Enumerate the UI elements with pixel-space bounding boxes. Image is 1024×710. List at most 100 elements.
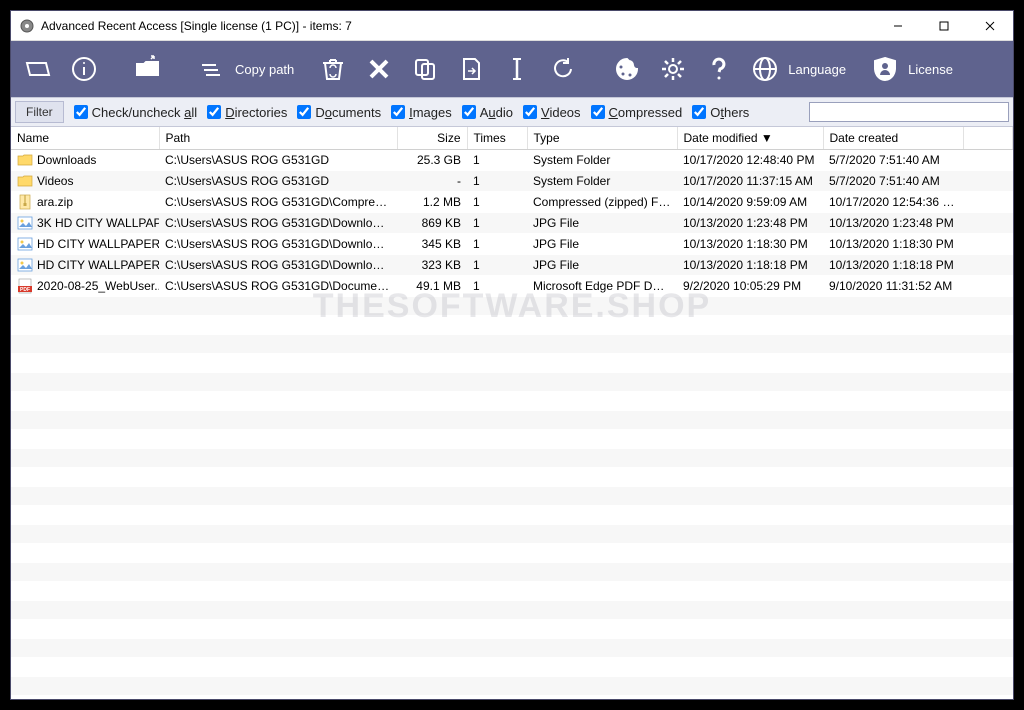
cell-path: C:\Users\ASUS ROG G531GD\Compressed	[159, 192, 397, 213]
cell-type: JPG File	[527, 255, 677, 276]
minimize-button[interactable]	[875, 11, 921, 41]
cell-path: C:\Users\ASUS ROG G531GD\Documents	[159, 276, 397, 297]
cell-pad	[963, 171, 1013, 192]
col-times[interactable]: Times	[467, 127, 527, 150]
window-title: Advanced Recent Access [Single license (…	[41, 19, 875, 33]
cell-times: 1	[467, 234, 527, 255]
delete-button[interactable]	[358, 48, 400, 90]
settings-button[interactable]	[652, 48, 694, 90]
close-button[interactable]	[967, 11, 1013, 41]
empty-row	[11, 468, 1013, 487]
cell-type: JPG File	[527, 213, 677, 234]
rename-button[interactable]	[496, 48, 538, 90]
check-compressed-box[interactable]	[591, 105, 605, 119]
check-directories-box[interactable]	[207, 105, 221, 119]
cell-name: HD CITY WALLPAPER ...	[11, 234, 159, 255]
cell-size: 869 KB	[397, 213, 467, 234]
license-button[interactable]: License	[864, 48, 967, 90]
check-images[interactable]: Images	[391, 105, 452, 120]
copy-button[interactable]	[404, 48, 446, 90]
file-table-wrap: THESOFTWARE.SHOP Name Path Size Times Ty…	[11, 127, 1013, 699]
cell-pad	[963, 234, 1013, 255]
window-buttons	[875, 11, 1013, 41]
cell-created: 10/13/2020 1:18:18 PM	[823, 255, 963, 276]
check-others-box[interactable]	[692, 105, 706, 119]
cell-type: System Folder	[527, 150, 677, 171]
app-icon	[19, 18, 35, 34]
col-name[interactable]: Name	[11, 127, 159, 150]
check-others[interactable]: Others	[692, 105, 749, 120]
empty-row	[11, 582, 1013, 601]
cell-pad	[963, 255, 1013, 276]
cell-modified: 10/13/2020 1:18:18 PM	[677, 255, 823, 276]
file-name: 3K HD CITY WALLPAP...	[37, 216, 159, 230]
table-row[interactable]: 3K HD CITY WALLPAP...C:\Users\ASUS ROG G…	[11, 213, 1013, 234]
refresh-button[interactable]	[542, 48, 584, 90]
recycle-button[interactable]	[312, 48, 354, 90]
check-compressed[interactable]: Compressed	[591, 105, 683, 120]
empty-row	[11, 297, 1013, 316]
copy-path-button[interactable]: Copy path	[191, 48, 308, 90]
cell-created: 5/7/2020 7:51:40 AM	[823, 171, 963, 192]
cell-path: C:\Users\ASUS ROG G531GD	[159, 171, 397, 192]
app-window: Advanced Recent Access [Single license (…	[10, 10, 1014, 700]
open-folder-button[interactable]	[127, 48, 169, 90]
cell-created: 9/10/2020 11:31:52 AM	[823, 276, 963, 297]
cell-pad	[963, 213, 1013, 234]
empty-row	[11, 563, 1013, 582]
maximize-button[interactable]	[921, 11, 967, 41]
cell-times: 1	[467, 255, 527, 276]
filter-button[interactable]: Filter	[15, 101, 64, 123]
table-header-row: Name Path Size Times Type Date modified …	[11, 127, 1013, 150]
search-input[interactable]	[809, 102, 1009, 122]
check-videos-box[interactable]	[523, 105, 537, 119]
table-row[interactable]: DownloadsC:\Users\ASUS ROG G531GD25.3 GB…	[11, 150, 1013, 171]
table-row[interactable]: HD CITY WALLPAPER...C:\Users\ASUS ROG G5…	[11, 255, 1013, 276]
empty-row	[11, 354, 1013, 373]
cell-name: HD CITY WALLPAPER...	[11, 255, 159, 276]
check-audio[interactable]: Audio	[462, 105, 513, 120]
check-documents-box[interactable]	[297, 105, 311, 119]
check-documents[interactable]: Documents	[297, 105, 381, 120]
check-all-box[interactable]	[74, 105, 88, 119]
toolbar: Copy path	[11, 41, 1013, 97]
cell-name: Downloads	[11, 150, 159, 171]
language-button[interactable]: Language	[744, 48, 860, 90]
col-type[interactable]: Type	[527, 127, 677, 150]
zip-icon	[17, 194, 33, 210]
check-directories[interactable]: Directories	[207, 105, 287, 120]
folder-icon	[17, 152, 33, 168]
move-button[interactable]	[450, 48, 492, 90]
check-all[interactable]: Check/uncheck all	[74, 105, 198, 120]
table-row[interactable]: VideosC:\Users\ASUS ROG G531GD-1System F…	[11, 171, 1013, 192]
cell-modified: 10/14/2020 9:59:09 AM	[677, 192, 823, 213]
cell-modified: 9/2/2020 10:05:29 PM	[677, 276, 823, 297]
col-size[interactable]: Size	[397, 127, 467, 150]
table-row[interactable]: PDF2020-08-25_WebUser...C:\Users\ASUS RO…	[11, 276, 1013, 297]
empty-row	[11, 506, 1013, 525]
col-created[interactable]: Date created	[823, 127, 963, 150]
table-row[interactable]: HD CITY WALLPAPER ...C:\Users\ASUS ROG G…	[11, 234, 1013, 255]
check-images-box[interactable]	[391, 105, 405, 119]
cell-times: 1	[467, 213, 527, 234]
col-modified[interactable]: Date modified ▼	[677, 127, 823, 150]
theme-button[interactable]	[606, 48, 648, 90]
folder-icon	[17, 173, 33, 189]
check-videos[interactable]: Videos	[523, 105, 581, 120]
help-button[interactable]	[698, 48, 740, 90]
empty-row	[11, 677, 1013, 696]
cell-type: System Folder	[527, 171, 677, 192]
info-button[interactable]	[63, 48, 105, 90]
check-audio-box[interactable]	[462, 105, 476, 119]
cell-size: -	[397, 171, 467, 192]
table-row[interactable]: ara.zipC:\Users\ASUS ROG G531GD\Compress…	[11, 192, 1013, 213]
col-path[interactable]: Path	[159, 127, 397, 150]
col-pad[interactable]	[963, 127, 1013, 150]
file-name: Videos	[37, 174, 73, 188]
copy-path-label: Copy path	[233, 48, 308, 90]
cell-name: PDF2020-08-25_WebUser...	[11, 276, 159, 297]
cell-name: 3K HD CITY WALLPAP...	[11, 213, 159, 234]
view-button[interactable]	[17, 48, 59, 90]
pdf-icon: PDF	[17, 278, 33, 294]
empty-row	[11, 658, 1013, 677]
